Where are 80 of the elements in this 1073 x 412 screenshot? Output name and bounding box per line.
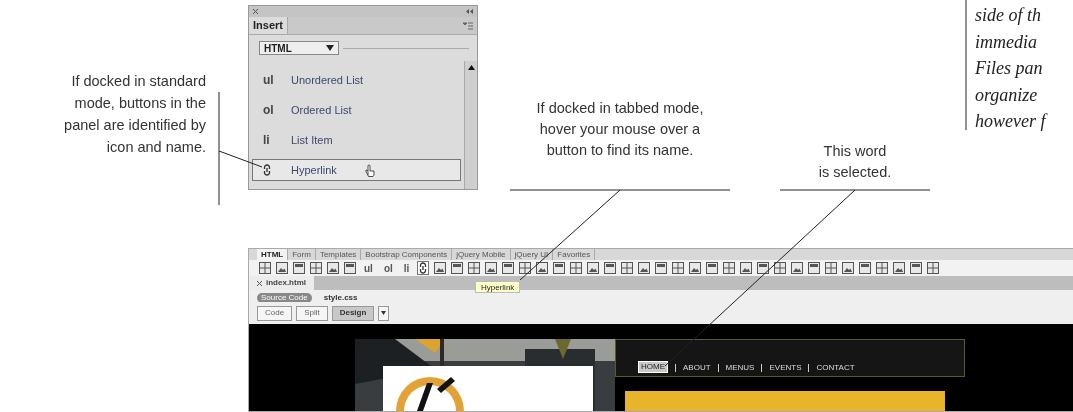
window-icon[interactable] [293,262,305,275]
insert-item[interactable]: Hyperlink [252,159,461,181]
image-icon[interactable] [536,262,549,275]
window-icon[interactable] [502,262,515,275]
window-icon[interactable] [604,262,617,275]
image-icon[interactable] [689,262,702,275]
menu-icon[interactable] [463,22,473,30]
callout-text: If docked in tabbed mode, hover your mouse over a button to find its name. [535,99,705,160]
image-icon[interactable] [327,262,339,275]
grid-icon[interactable] [468,262,481,275]
grid-icon[interactable] [310,262,322,275]
related-file[interactable]: style.css [319,292,362,303]
image-icon[interactable] [587,262,600,275]
grid-icon[interactable] [621,262,634,275]
nav-link[interactable]: HOME [638,361,668,373]
related-file[interactable]: Source Code [257,292,312,303]
image-icon[interactable] [893,262,906,275]
item-icon: ol [263,101,279,119]
insert-item[interactable]: ul Unordered List [252,69,461,91]
item-label: Ordered List [291,102,352,118]
caret-icon [326,45,334,51]
window-icon[interactable] [808,262,821,275]
grid-icon[interactable] [723,262,736,275]
scroll-up-icon[interactable] [467,65,475,70]
toolbar-button[interactable]: li [400,260,413,276]
item-label: Hyperlink [291,162,337,178]
document-tab[interactable]: index.html [249,276,314,291]
body-text: side of th immedia Files pan organize however f [975,4,1049,133]
item-label: List Item [291,132,333,148]
window-icon[interactable] [344,262,356,275]
collapse-icon[interactable] [466,9,473,14]
grid-icon[interactable] [774,262,787,275]
window-icon[interactable] [910,262,923,275]
item-label: Unordered List [291,72,364,88]
toolbar-button[interactable]: ul [361,260,376,276]
grid-icon[interactable] [876,262,889,275]
category-dropdown[interactable]: HTML [259,41,339,55]
link-icon [263,164,271,176]
view-dropdown[interactable] [378,305,390,321]
image-icon[interactable] [638,262,651,275]
hand-cursor-icon [364,163,375,177]
image-icon[interactable] [791,262,804,275]
view-button[interactable]: Design [331,305,375,321]
window-icon[interactable] [553,262,566,275]
image-icon[interactable] [485,262,498,275]
window-icon[interactable] [706,262,719,275]
window-icon[interactable] [451,262,464,275]
item-icon: li [263,131,279,149]
grid-icon[interactable] [927,262,940,275]
toolbar-button[interactable]: ol [380,260,396,276]
item-icon: ul [263,71,279,89]
nav-link[interactable]: ABOUT [683,363,711,373]
panel-tab[interactable]: Insert [249,17,288,34]
close-icon[interactable] [253,9,258,14]
window-icon[interactable] [859,262,872,275]
insert-item[interactable]: li List Item [252,129,461,151]
nav-link[interactable]: CONTACT [816,363,855,373]
caret-icon [381,311,387,316]
grid-icon[interactable] [519,262,532,275]
link-icon [419,262,428,275]
nav-link[interactable]: EVENTS [769,363,802,373]
nav-link[interactable]: MENUS [725,363,755,373]
link-button[interactable] [417,261,430,276]
callout-text: This word is selected. [817,142,893,182]
image-icon[interactable] [276,262,288,275]
callout-text: If docked in standard mode, buttons in the panel are identified by icon and name. [63,72,206,157]
grid-icon[interactable] [570,262,583,275]
image-icon[interactable] [842,262,855,275]
view-button[interactable]: Code [257,305,293,321]
grid-icon[interactable] [672,262,685,275]
grid-icon[interactable] [825,262,838,275]
tooltip: Hyperlink [475,281,521,294]
grid-icon[interactable] [259,262,271,275]
view-button[interactable]: Split [296,305,328,321]
window-icon[interactable] [655,262,668,275]
image-icon[interactable] [740,262,753,275]
window-icon[interactable] [757,262,770,275]
close-icon[interactable] [257,280,262,286]
image-icon[interactable] [434,262,447,275]
insert-item[interactable]: ol Ordered List [252,99,461,121]
